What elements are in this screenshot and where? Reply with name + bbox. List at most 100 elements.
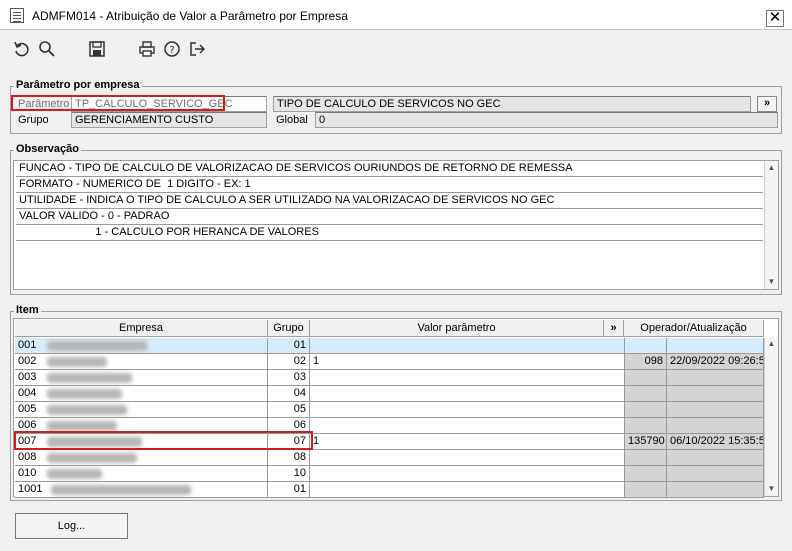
parametro-highlight xyxy=(11,95,225,111)
grupo-cell[interactable]: 08 xyxy=(268,450,310,466)
valor-cell[interactable] xyxy=(310,370,625,386)
row-007-highlight xyxy=(14,431,313,450)
atualizacao-cell[interactable]: 22/09/2022 09:26:52 xyxy=(667,354,764,370)
title-bar: ADMFM014 - Atribuição de Valor a Parâmet… xyxy=(0,0,792,30)
grupo-cell[interactable]: 04 xyxy=(268,386,310,402)
operador-cell[interactable] xyxy=(625,482,667,498)
grupo-cell[interactable]: 05 xyxy=(268,402,310,418)
atualizacao-cell[interactable] xyxy=(667,402,764,418)
operador-cell[interactable] xyxy=(625,338,667,354)
scroll-down-icon[interactable]: ▼ xyxy=(765,275,778,288)
atualizacao-cell[interactable] xyxy=(667,386,764,402)
operador-cell[interactable] xyxy=(625,418,667,434)
operador-cell[interactable]: 135790 xyxy=(625,434,667,450)
empresa-cell[interactable]: 001 xyxy=(15,338,268,354)
search-icon[interactable] xyxy=(36,38,58,60)
item-scrollbar[interactable]: ▲ ▼ xyxy=(764,337,778,496)
observacao-line: FUNCAO - TIPO DE CALCULO DE VALORIZACAO … xyxy=(16,161,763,177)
atualizacao-cell[interactable] xyxy=(667,338,764,354)
valor-cell[interactable] xyxy=(310,482,625,498)
undo-icon[interactable] xyxy=(11,38,33,60)
observacao-section-label: Observação xyxy=(14,143,81,155)
grupo-field: GERENCIAMENTO CUSTO xyxy=(71,112,267,128)
valor-cell[interactable]: 1 xyxy=(310,354,625,370)
log-button[interactable]: Log... xyxy=(15,513,128,539)
atualizacao-cell[interactable] xyxy=(667,482,764,498)
table-row[interactable]: 003 03 xyxy=(15,370,764,386)
help-icon[interactable]: ? xyxy=(161,38,183,60)
column-header-grupo[interactable]: Grupo xyxy=(268,320,310,337)
scroll-up-icon[interactable]: ▲ xyxy=(765,337,778,350)
grupo-cell[interactable]: 01 xyxy=(268,482,310,498)
exit-icon[interactable] xyxy=(186,38,208,60)
table-row[interactable]: 1001 01 xyxy=(15,482,764,498)
operador-cell[interactable] xyxy=(625,370,667,386)
valor-cell[interactable] xyxy=(310,418,625,434)
empresa-code: 1001 xyxy=(18,483,43,495)
empresa-cell[interactable]: 002 xyxy=(15,354,268,370)
redacted-company-name xyxy=(47,373,132,383)
redacted-company-name xyxy=(47,405,127,415)
empresa-cell[interactable]: 1001 xyxy=(15,482,268,498)
expand-valor-button[interactable]: » xyxy=(604,320,624,337)
valor-cell[interactable] xyxy=(310,466,625,482)
document-icon xyxy=(10,8,24,23)
expand-parametro-button[interactable]: » xyxy=(757,96,777,112)
operador-cell[interactable] xyxy=(625,466,667,482)
table-row[interactable]: 002 02 1 098 22/09/2022 09:26:52 xyxy=(15,354,764,370)
valor-cell[interactable]: 1 xyxy=(310,434,625,450)
atualizacao-cell[interactable] xyxy=(667,418,764,434)
window-title: ADMFM014 - Atribuição de Valor a Parâmet… xyxy=(32,9,348,23)
valor-cell[interactable] xyxy=(310,450,625,466)
column-header-operador[interactable]: Operador/Atualização xyxy=(624,320,764,337)
grupo-cell[interactable]: 03 xyxy=(268,370,310,386)
operador-cell[interactable] xyxy=(625,386,667,402)
valor-cell[interactable] xyxy=(310,402,625,418)
grupo-cell[interactable]: 01 xyxy=(268,338,310,354)
print-icon[interactable] xyxy=(136,38,158,60)
table-row[interactable]: 004 04 xyxy=(15,386,764,402)
save-icon[interactable] xyxy=(86,38,108,60)
observacao-line: VALOR VALIDO - 0 - PADRAO xyxy=(16,209,763,225)
redacted-company-name xyxy=(47,469,102,479)
close-button[interactable]: ✕ xyxy=(766,10,784,27)
toolbar: ? xyxy=(0,38,300,64)
operador-cell[interactable]: 098 xyxy=(625,354,667,370)
table-row[interactable]: 005 05 xyxy=(15,402,764,418)
atualizacao-cell[interactable] xyxy=(667,450,764,466)
observacao-scrollbar[interactable]: ▲ ▼ xyxy=(764,161,778,289)
valor-cell[interactable] xyxy=(310,338,625,354)
redacted-company-name xyxy=(47,453,137,463)
redacted-company-name xyxy=(47,421,117,431)
atualizacao-cell[interactable]: 06/10/2022 15:35:54 xyxy=(667,434,764,450)
empresa-code: 003 xyxy=(18,371,37,383)
empresa-cell[interactable]: 003 xyxy=(15,370,268,386)
table-row[interactable]: 001 01 xyxy=(15,338,764,354)
empresa-code: 010 xyxy=(18,467,37,479)
redacted-company-name xyxy=(51,485,191,495)
empresa-cell[interactable]: 004 xyxy=(15,386,268,402)
observacao-text-area[interactable]: FUNCAO - TIPO DE CALCULO DE VALORIZACAO … xyxy=(13,160,779,290)
empresa-cell[interactable]: 005 xyxy=(15,402,268,418)
log-button-label: Log... xyxy=(57,520,86,532)
valor-cell[interactable] xyxy=(310,386,625,402)
empresa-code: 002 xyxy=(18,355,37,367)
column-header-valor[interactable]: Valor parâmetro xyxy=(310,320,604,337)
redacted-company-name xyxy=(47,389,122,399)
grupo-cell[interactable]: 10 xyxy=(268,466,310,482)
empresa-code: 008 xyxy=(18,451,37,463)
operador-cell[interactable] xyxy=(625,450,667,466)
operador-cell[interactable] xyxy=(625,402,667,418)
global-field: 0 xyxy=(315,112,778,128)
atualizacao-cell[interactable] xyxy=(667,370,764,386)
table-row[interactable]: 010 10 xyxy=(15,466,764,482)
scroll-up-icon[interactable]: ▲ xyxy=(765,161,778,174)
empresa-cell[interactable]: 010 xyxy=(15,466,268,482)
column-header-empresa[interactable]: Empresa xyxy=(15,320,268,337)
atualizacao-cell[interactable] xyxy=(667,466,764,482)
empresa-cell[interactable]: 008 xyxy=(15,450,268,466)
table-row[interactable]: 008 08 xyxy=(15,450,764,466)
grupo-cell[interactable]: 02 xyxy=(268,354,310,370)
scroll-down-icon[interactable]: ▼ xyxy=(765,482,778,495)
observacao-line: FORMATO - NUMERICO DE 1 DIGITO - EX: 1 xyxy=(16,177,763,193)
